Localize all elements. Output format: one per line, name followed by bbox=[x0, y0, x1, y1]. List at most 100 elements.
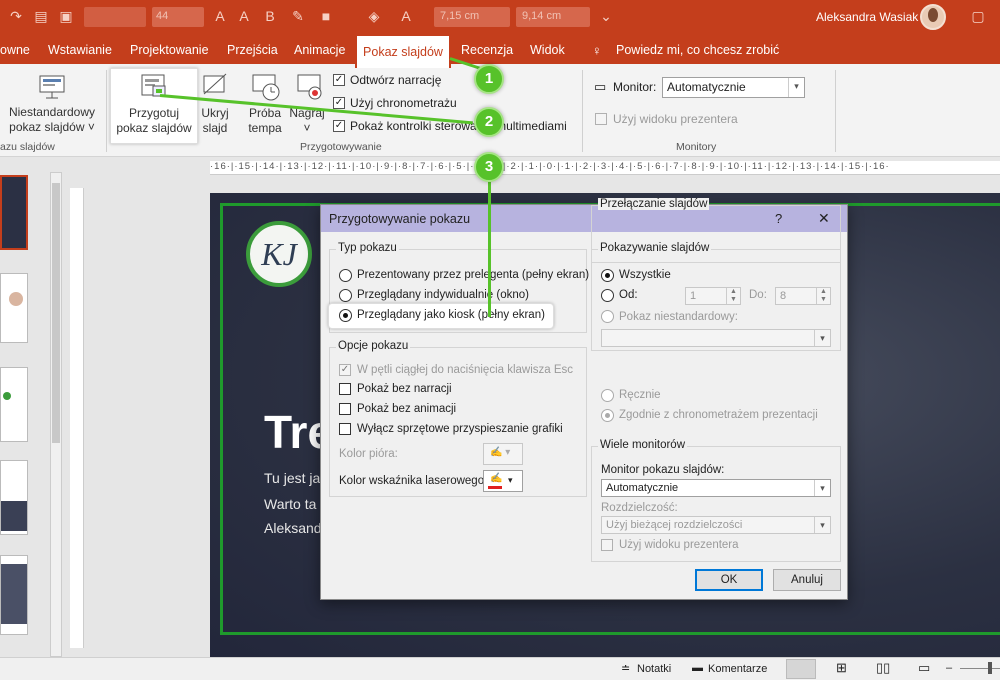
group-label-setup: Przygotowywanie bbox=[300, 141, 382, 153]
presenter-view-checkbox[interactable] bbox=[595, 113, 607, 125]
slide-thumbnail[interactable] bbox=[0, 273, 28, 343]
play-narration-label: Odtwórz narrację bbox=[350, 73, 442, 87]
font-size-field[interactable]: 44 bbox=[152, 7, 204, 27]
pen-color-picker[interactable]: ✍ ▾ bbox=[483, 443, 523, 465]
grow-font-icon[interactable]: A bbox=[212, 8, 228, 24]
font-color-icon[interactable]: A bbox=[398, 8, 414, 24]
slide-thumbnail[interactable] bbox=[0, 555, 28, 635]
notes-button[interactable]: Notatki bbox=[637, 663, 671, 675]
more-icon[interactable]: ⌄ bbox=[598, 8, 614, 24]
spin-arrows-icon[interactable]: ▲ ▼ bbox=[816, 288, 830, 304]
custom-show-button[interactable]: Niestandardowy pokaz slajdów ˅ bbox=[2, 105, 102, 135]
group-divider bbox=[106, 70, 107, 152]
zoom-out-icon[interactable]: – bbox=[946, 662, 952, 674]
font-name-field[interactable] bbox=[84, 7, 146, 27]
vertical-ruler[interactable] bbox=[70, 188, 84, 648]
user-name[interactable]: Aleksandra Wasiak bbox=[816, 10, 918, 24]
horizontal-ruler[interactable]: ·16·|·15·|·14·|·13·|·12·|·11·|·10·|·9·|·… bbox=[210, 161, 1000, 175]
shrink-font-icon[interactable]: A bbox=[236, 8, 252, 24]
tab-design[interactable]: Projektowanie bbox=[130, 43, 209, 57]
radio-timings[interactable] bbox=[601, 409, 614, 422]
record-icon bbox=[296, 72, 326, 104]
notes-icon: ≐ bbox=[621, 663, 631, 675]
tab-transitions[interactable]: Przejścia bbox=[227, 43, 278, 57]
laser-color-picker[interactable]: ✍ ▾ bbox=[483, 470, 523, 492]
use-timings-checkbox[interactable]: ✓ bbox=[333, 97, 345, 109]
hide-slide-button[interactable]: Ukryj slajd bbox=[195, 106, 235, 136]
dialog-presenter-view-label: Użyj widoku prezentera bbox=[619, 539, 739, 551]
to-spinner[interactable]: 8 ▲ ▼ bbox=[775, 287, 831, 305]
zoom-slider[interactable] bbox=[960, 668, 1000, 669]
slideshow-monitor-select[interactable]: Automatycznie ▾ bbox=[601, 479, 831, 497]
radio-from[interactable] bbox=[601, 289, 614, 302]
group-divider bbox=[582, 70, 583, 152]
disable-hw-label: Wyłącz sprzętowe przyspieszanie grafiki bbox=[357, 423, 563, 435]
quick-access-icon[interactable]: ▤ bbox=[33, 8, 49, 24]
radio-from-label: Od: bbox=[619, 289, 638, 301]
radio-kiosk[interactable] bbox=[339, 309, 352, 322]
no-animation-checkbox[interactable] bbox=[339, 403, 351, 415]
ok-button[interactable]: OK bbox=[695, 569, 763, 591]
tab-animations[interactable]: Animacje bbox=[294, 43, 345, 57]
tab-review[interactable]: Recenzja bbox=[461, 43, 513, 57]
slide-thumbnail[interactable] bbox=[0, 367, 28, 442]
tab-view[interactable]: Widok bbox=[530, 43, 565, 57]
radio-individual[interactable] bbox=[339, 289, 352, 302]
reading-view-icon[interactable]: ▯▯ bbox=[876, 660, 890, 676]
tab-home[interactable]: owne bbox=[0, 43, 30, 57]
setup-show-button[interactable]: Przygotuj pokaz slajdów bbox=[112, 106, 196, 136]
rehearse-timings-button[interactable]: Próba tempa bbox=[240, 106, 290, 136]
custom-show-label-1: Niestandardowy bbox=[8, 105, 96, 119]
slideshow-view-icon[interactable]: ▭ bbox=[918, 660, 930, 676]
format-painter-icon[interactable]: ✎ bbox=[290, 8, 306, 24]
radio-manual[interactable] bbox=[601, 389, 614, 402]
start-show-icon[interactable]: ▣ bbox=[58, 8, 74, 24]
cancel-button[interactable]: Anuluj bbox=[773, 569, 841, 591]
radio-custom-show[interactable] bbox=[601, 310, 614, 323]
rehearse-label-1: Próba bbox=[248, 106, 282, 120]
resolution-value: Użyj bieżącej rozdzielczości bbox=[606, 519, 743, 531]
advance-label: Przełączanie slajdów bbox=[598, 198, 710, 210]
height-field[interactable]: 7,15 cm bbox=[434, 7, 510, 27]
media-controls-checkbox[interactable]: ✓ bbox=[333, 120, 345, 132]
slide-thumbnail[interactable] bbox=[0, 460, 28, 535]
comments-button[interactable]: Komentarze bbox=[708, 663, 767, 675]
rehearse-timings-icon bbox=[251, 72, 283, 104]
slide-thumbnail[interactable] bbox=[0, 175, 28, 250]
comments-icon: ▬ bbox=[692, 662, 703, 674]
custom-show-select[interactable]: ▾ bbox=[601, 329, 831, 347]
tab-slide-show[interactable]: Pokaz slajdów bbox=[355, 34, 451, 68]
radio-all-slides[interactable] bbox=[601, 269, 614, 282]
resolution-select[interactable]: Użyj bieżącej rozdzielczości ▾ bbox=[601, 516, 831, 534]
spin-arrows-icon[interactable]: ▲ ▼ bbox=[726, 288, 740, 304]
bold-icon[interactable]: B bbox=[262, 8, 278, 24]
normal-view-icon[interactable] bbox=[786, 659, 816, 679]
setup-show-label-1: Przygotuj bbox=[128, 106, 180, 120]
dialog-title: Przygotowywanie pokazu bbox=[329, 212, 471, 226]
thumbnails-scrollbar[interactable] bbox=[50, 172, 62, 657]
radio-presenter[interactable] bbox=[339, 269, 352, 282]
ribbon-display-icon[interactable]: ▢ bbox=[970, 8, 986, 24]
avatar[interactable] bbox=[920, 4, 946, 30]
disable-hw-checkbox[interactable] bbox=[339, 423, 351, 435]
group-label-monitors: Monitory bbox=[676, 141, 717, 153]
fill-color-icon[interactable]: ◈ bbox=[366, 8, 382, 24]
width-field[interactable]: 9,14 cm bbox=[516, 7, 590, 27]
use-timings-label: Użyj chronometrażu bbox=[350, 96, 457, 110]
redo-icon[interactable]: ↷ bbox=[8, 8, 24, 24]
monitor-select[interactable]: Automatycznie ▾ bbox=[662, 77, 805, 98]
thumbnail-logo bbox=[3, 392, 11, 400]
slide-sorter-icon[interactable]: ⊞ bbox=[836, 660, 847, 676]
tab-insert[interactable]: Wstawianie bbox=[48, 43, 112, 57]
zoom-slider-thumb[interactable] bbox=[988, 662, 992, 674]
rehearse-label-2: tempa bbox=[248, 121, 282, 135]
custom-show-label-2: pokaz slajdów ˅ bbox=[9, 120, 95, 134]
play-narration-checkbox[interactable]: ✓ bbox=[333, 74, 345, 86]
from-spinner[interactable]: 1 ▲ ▼ bbox=[685, 287, 741, 305]
scrollbar-thumb[interactable] bbox=[52, 183, 60, 443]
dialog-presenter-view-checkbox[interactable] bbox=[601, 539, 613, 551]
tell-me-field[interactable]: Powiedz mi, co chcesz zrobić bbox=[616, 43, 779, 57]
no-narration-checkbox[interactable] bbox=[339, 383, 351, 395]
shape-fill-icon[interactable]: ■ bbox=[318, 8, 334, 24]
loop-checkbox[interactable]: ✓ bbox=[339, 364, 351, 376]
